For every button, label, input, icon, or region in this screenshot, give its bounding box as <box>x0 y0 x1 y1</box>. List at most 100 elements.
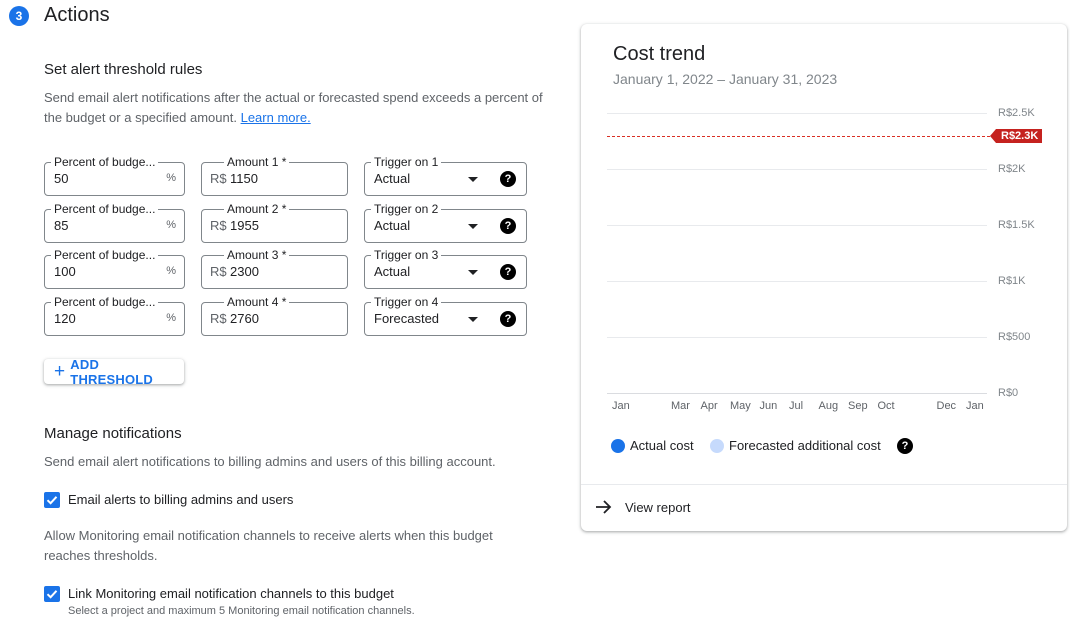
y-tick-label: R$500 <box>998 331 1031 343</box>
learn-more-link[interactable]: Learn more. <box>241 110 311 125</box>
x-tick-label: Jul <box>789 400 804 412</box>
trigger-select-2[interactable]: Trigger on 2 Actual ? <box>364 201 527 243</box>
x-tick-label: Jun <box>759 400 778 412</box>
chevron-down-icon <box>468 177 478 182</box>
percent-label-4: Percent of budge... <box>51 294 159 310</box>
email-alerts-checkbox[interactable] <box>44 492 60 508</box>
percent-suffix-3: % <box>166 265 176 277</box>
trigger-label-2: Trigger on 2 <box>371 201 442 217</box>
percent-label-1: Percent of budge... <box>51 154 159 170</box>
percent-value-3: 100 <box>54 264 76 279</box>
thresholds-heading: Set alert threshold rules <box>44 61 203 78</box>
amount-field-3[interactable]: Amount 3 * R$ 2300 <box>201 247 348 289</box>
card-divider <box>581 484 1067 485</box>
chevron-down-icon <box>468 317 478 322</box>
y-tick-label: R$1K <box>998 275 1026 287</box>
card-date-range: January 1, 2022 – January 31, 2023 <box>613 71 838 87</box>
x-tick-label: Aug <box>818 400 839 412</box>
amount-field-4[interactable]: Amount 4 * R$ 2760 <box>201 294 348 336</box>
amount-value-1: 1150 <box>230 171 258 186</box>
amount-label-1: Amount 1 * <box>224 154 290 170</box>
x-tick-label: Apr <box>700 400 718 412</box>
chart-gridline <box>607 337 987 338</box>
actual-cost-legend-swatch <box>611 439 625 453</box>
forecast-legend-label: Forecasted additional cost <box>729 438 881 453</box>
percent-value-2: 85 <box>54 218 69 233</box>
y-tick-label: R$2K <box>998 163 1026 175</box>
amount-label-2: Amount 2 * <box>224 201 290 217</box>
x-tick-label: May <box>730 400 751 412</box>
plus-icon: + <box>54 361 66 382</box>
amount-value-4: 2760 <box>230 311 259 326</box>
thresholds-help: Send email alert notifications after the… <box>44 88 554 128</box>
step-badge: 3 <box>9 6 29 26</box>
add-threshold-label: ADD THRESHOLD <box>70 356 153 387</box>
trigger-select-4[interactable]: Trigger on 4 Forecasted ? <box>364 294 527 336</box>
x-tick-label: Jan <box>966 400 984 412</box>
cost-trend-card <box>581 24 1067 531</box>
section-title: Actions <box>44 4 110 26</box>
y-tick-label: R$2.5K <box>998 107 1035 119</box>
trigger-value-1: Actual <box>374 171 411 186</box>
trigger-select-1[interactable]: Trigger on 1 Actual ? <box>364 154 527 196</box>
currency-prefix-4: R$ <box>210 311 227 326</box>
budget-marker: R$2.3K <box>989 129 1043 143</box>
trigger-value-3: Actual <box>374 264 411 279</box>
amount-value-3: 2300 <box>230 264 259 279</box>
y-tick-label: R$0 <box>998 387 1019 399</box>
notifications-heading: Manage notifications <box>44 425 182 442</box>
help-icon[interactable]: ? <box>500 311 516 327</box>
arrow-right-icon <box>595 499 613 520</box>
check-icon <box>46 496 58 505</box>
chart-gridline <box>607 281 987 282</box>
help-icon[interactable]: ? <box>500 218 516 234</box>
link-monitoring-checkbox[interactable] <box>44 586 60 602</box>
amount-field-2[interactable]: Amount 2 * R$ 1955 <box>201 201 348 243</box>
trigger-value-2: Actual <box>374 218 411 233</box>
chart-gridline <box>607 169 987 170</box>
amount-label-3: Amount 3 * <box>224 247 290 263</box>
percent-field-2[interactable]: Percent of budge... 85 % <box>44 201 185 243</box>
actual-cost-legend-label: Actual cost <box>630 438 694 453</box>
help-icon[interactable]: ? <box>897 438 913 454</box>
percent-suffix-1: % <box>166 172 176 184</box>
amount-field-1[interactable]: Amount 1 * R$ 1150 <box>201 154 348 196</box>
chart-gridline <box>607 225 987 226</box>
check-icon <box>46 590 58 599</box>
link-monitoring-label: Link Monitoring email notification chann… <box>68 586 394 601</box>
help-icon[interactable]: ? <box>500 264 516 280</box>
percent-value-1: 50 <box>54 171 69 186</box>
chart-gridline <box>607 113 987 114</box>
x-tick-label: Jan <box>612 400 630 412</box>
currency-prefix-1: R$ <box>210 171 227 186</box>
percent-field-4[interactable]: Percent of budge... 120 % <box>44 294 185 336</box>
percent-suffix-4: % <box>166 312 176 324</box>
y-tick-label: R$1.5K <box>998 219 1035 231</box>
percent-suffix-2: % <box>166 219 176 231</box>
trigger-value-4: Forecasted <box>374 311 440 326</box>
chevron-down-icon <box>468 270 478 275</box>
budget-line <box>607 136 990 137</box>
chevron-down-icon <box>468 224 478 229</box>
trigger-select-3[interactable]: Trigger on 3 Actual ? <box>364 247 527 289</box>
chart-gridline <box>607 393 987 394</box>
trigger-label-3: Trigger on 3 <box>371 247 442 263</box>
notifications-help: Send email alert notifications to billin… <box>44 454 496 469</box>
x-tick-label: Oct <box>877 400 895 412</box>
currency-prefix-3: R$ <box>210 264 227 279</box>
trigger-label-4: Trigger on 4 <box>371 294 442 310</box>
card-title: Cost trend <box>613 43 706 65</box>
x-tick-label: Dec <box>936 400 957 412</box>
monitoring-help: Allow Monitoring email notification chan… <box>44 528 493 563</box>
x-tick-label: Mar <box>671 400 690 412</box>
percent-field-3[interactable]: Percent of budge... 100 % <box>44 247 185 289</box>
percent-label-2: Percent of budge... <box>51 201 159 217</box>
percent-label-3: Percent of budge... <box>51 247 159 263</box>
add-threshold-button[interactable]: + ADD THRESHOLD <box>44 356 184 387</box>
help-icon[interactable]: ? <box>500 171 516 187</box>
x-tick-label: Sep <box>848 400 868 412</box>
view-report-link[interactable]: View report <box>625 500 691 515</box>
trigger-label-1: Trigger on 1 <box>371 154 442 170</box>
percent-value-4: 120 <box>54 311 76 326</box>
percent-field-1[interactable]: Percent of budge... 50 % <box>44 154 185 196</box>
